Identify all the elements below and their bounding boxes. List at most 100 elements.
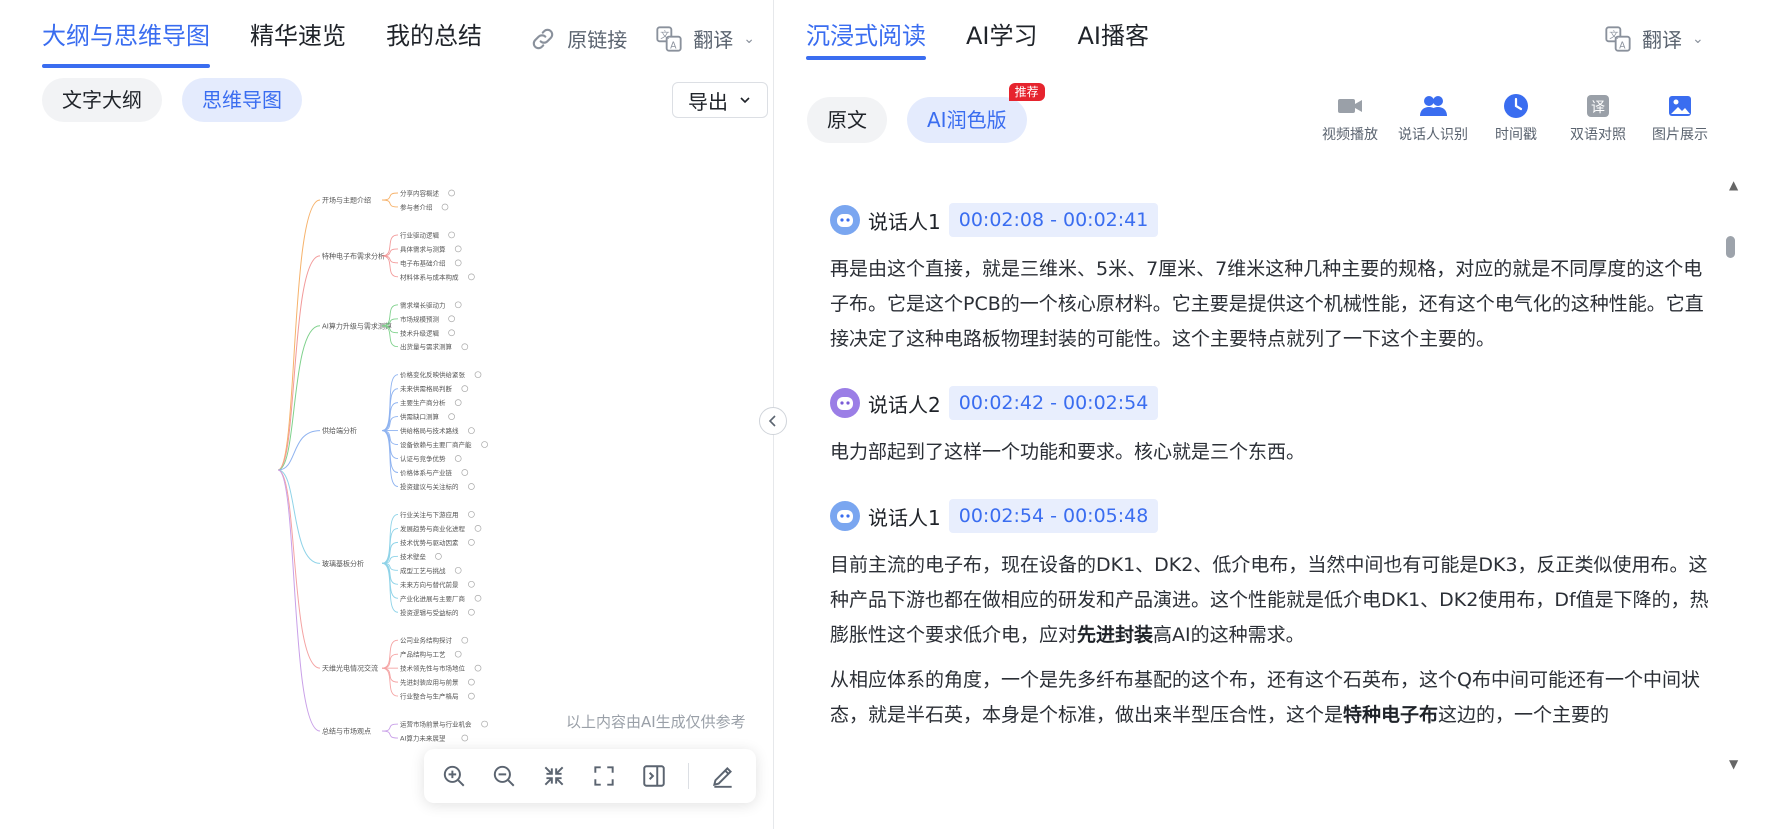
mindmap-branch-node[interactable]: AI算力升级与需求测算 bbox=[322, 321, 392, 330]
node-expand-icon[interactable] bbox=[468, 483, 475, 490]
mindmap-leaf-node[interactable]: 投资建议与关注标的 bbox=[400, 482, 459, 491]
node-expand-icon[interactable] bbox=[461, 385, 469, 392]
mindmap-leaf-node[interactable]: 主要生产商分析 bbox=[400, 398, 446, 407]
timestamp-badge[interactable]: 00:02:42 - 00:02:54 bbox=[948, 386, 1159, 420]
node-expand-icon[interactable] bbox=[448, 329, 455, 337]
mindmap-leaf-node[interactable]: 分享内容概述 bbox=[400, 189, 440, 198]
mindmap-leaf-node[interactable]: 行业关注与下游应用 bbox=[400, 510, 459, 519]
mindmap-leaf-node[interactable]: AI算力未来展望 bbox=[400, 734, 446, 743]
mindmap-leaf-node[interactable]: 行业整合与生产格局 bbox=[400, 692, 459, 701]
mindmap-leaf-node[interactable]: 出货量与需求测算 bbox=[400, 342, 453, 351]
mindmap-branch-node[interactable]: 特种电子布需求分析 bbox=[322, 251, 385, 260]
node-expand-icon[interactable] bbox=[461, 734, 469, 742]
mindmap-leaf-node[interactable]: 未来供需格局判断 bbox=[400, 384, 453, 393]
tab-ai-podcast[interactable]: AI播客 bbox=[1078, 18, 1150, 54]
speaker-name[interactable]: 说话人1 bbox=[868, 206, 941, 235]
mindmap-leaf-node[interactable]: 供需缺口测算 bbox=[400, 412, 440, 421]
zoom-out-button[interactable] bbox=[488, 760, 520, 792]
scrollbar-thumb[interactable] bbox=[1726, 236, 1735, 258]
mindmap-canvas[interactable]: 开场与主题介绍 分享内容概述参与者介绍特种电子布需求分析 行业驱动逻辑具体需求与测算… bbox=[0, 150, 773, 770]
node-expand-icon[interactable] bbox=[454, 259, 462, 267]
node-expand-icon[interactable] bbox=[454, 650, 462, 658]
node-expand-icon[interactable] bbox=[468, 580, 475, 588]
tab-highlights[interactable]: 精华速览 bbox=[250, 18, 346, 62]
mindmap-leaf-node[interactable]: 技术壁垒 bbox=[400, 552, 427, 561]
tab-my-summary[interactable]: 我的总结 bbox=[386, 18, 482, 62]
node-expand-icon[interactable] bbox=[454, 566, 462, 574]
mindmap-leaf-node[interactable]: 供给格局与技术路线 bbox=[400, 426, 459, 435]
mindmap-leaf-node[interactable]: 技术升级逻辑 bbox=[400, 328, 440, 337]
node-expand-icon[interactable] bbox=[435, 552, 442, 560]
node-expand-icon[interactable] bbox=[461, 636, 469, 644]
node-expand-icon[interactable] bbox=[468, 692, 475, 700]
node-expand-icon[interactable] bbox=[474, 525, 482, 532]
collapse-all-button[interactable] bbox=[538, 760, 570, 792]
edit-button[interactable] bbox=[707, 760, 739, 792]
tab-ai-learning[interactable]: AI学习 bbox=[966, 18, 1038, 54]
text-outline-pill[interactable]: 文字大纲 bbox=[42, 78, 162, 122]
mindmap-branch-node[interactable]: 供给端分析 bbox=[322, 426, 357, 435]
speaker-id-button[interactable]: 说话人识别 bbox=[1398, 92, 1468, 144]
original-text-pill[interactable]: 原文 bbox=[807, 97, 887, 143]
node-expand-icon[interactable] bbox=[448, 231, 455, 239]
node-expand-icon[interactable] bbox=[468, 511, 475, 518]
mindmap-leaf-node[interactable]: 先进封装应用与前景 bbox=[400, 678, 459, 687]
node-expand-icon[interactable] bbox=[461, 469, 469, 476]
mindmap-leaf-node[interactable]: 电子布基础介绍 bbox=[400, 258, 446, 267]
mindmap-leaf-node[interactable]: 市场规模预测 bbox=[400, 314, 440, 323]
mindmap-leaf-node[interactable]: 行业驱动逻辑 bbox=[400, 230, 440, 239]
image-display-button[interactable]: 图片展示 bbox=[1646, 92, 1714, 144]
scroll-up-arrow[interactable]: ▲ bbox=[1729, 178, 1738, 192]
translate-button[interactable]: 文 A 翻译 ⌄ bbox=[655, 24, 755, 53]
mindmap-leaf-node[interactable]: 投资逻辑与受益标的 bbox=[400, 608, 459, 617]
mindmap-pill[interactable]: 思维导图 bbox=[182, 78, 302, 122]
mindmap-leaf-node[interactable]: 技术优势与驱动因素 bbox=[400, 538, 459, 547]
node-expand-icon[interactable] bbox=[468, 273, 475, 281]
source-link-button[interactable]: 原链接 bbox=[529, 24, 627, 53]
mindmap-leaf-node[interactable]: 公司业务结构探讨 bbox=[400, 636, 453, 645]
mindmap-leaf-node[interactable]: 价格体系与产业链 bbox=[400, 468, 453, 477]
mindmap-leaf-node[interactable]: 技术领先性与市场地位 bbox=[400, 664, 466, 673]
node-expand-icon[interactable] bbox=[468, 427, 475, 434]
node-expand-icon[interactable] bbox=[448, 413, 455, 420]
mindmap-leaf-node[interactable]: 未来方向与替代前景 bbox=[400, 580, 459, 589]
mindmap-leaf-node[interactable]: 运营市场前景与行业机会 bbox=[400, 720, 472, 729]
node-expand-icon[interactable] bbox=[448, 189, 455, 197]
mindmap-leaf-node[interactable]: 产品结构与工艺 bbox=[400, 650, 446, 659]
node-expand-icon[interactable] bbox=[468, 678, 475, 686]
zoom-in-button[interactable] bbox=[438, 760, 470, 792]
node-expand-icon[interactable] bbox=[468, 608, 475, 616]
node-expand-icon[interactable] bbox=[474, 371, 482, 379]
tab-immersive-reading[interactable]: 沉浸式阅读 bbox=[806, 18, 926, 60]
mindmap-leaf-node[interactable]: 具体需求与测算 bbox=[400, 244, 446, 253]
mindmap-leaf-node[interactable]: 发展趋势与商业化进程 bbox=[400, 524, 466, 533]
node-expand-icon[interactable] bbox=[474, 664, 482, 672]
timestamp-button[interactable]: 时间戳 bbox=[1482, 92, 1550, 144]
node-expand-icon[interactable] bbox=[448, 315, 455, 323]
timestamp-badge[interactable]: 00:02:08 - 00:02:41 bbox=[948, 203, 1159, 237]
mindmap-leaf-node[interactable]: 认证与竞争优势 bbox=[400, 454, 446, 463]
bilingual-button[interactable]: 译 双语对照 bbox=[1564, 92, 1632, 144]
mindmap-leaf-node[interactable]: 价格变化反映供给紧张 bbox=[400, 370, 466, 379]
node-expand-icon[interactable] bbox=[454, 301, 462, 309]
export-button[interactable]: 导出 bbox=[672, 82, 768, 118]
scroll-down-arrow[interactable]: ▼ bbox=[1729, 757, 1738, 771]
mindmap-branch-node[interactable]: 开场与主题介绍 bbox=[322, 195, 371, 204]
mindmap-leaf-node[interactable]: 成型工艺与挑战 bbox=[400, 566, 446, 575]
node-expand-icon[interactable] bbox=[468, 539, 475, 546]
mindmap-leaf-node[interactable]: 需求增长驱动力 bbox=[400, 300, 446, 309]
mindmap-leaf-node[interactable]: 产业化进展与主要厂商 bbox=[400, 594, 466, 603]
speaker-name[interactable]: 说话人2 bbox=[868, 389, 941, 418]
node-expand-icon[interactable] bbox=[474, 594, 482, 602]
ai-polished-pill[interactable]: AI润色版 推荐 bbox=[907, 83, 1045, 143]
mindmap-leaf-node[interactable]: 设备依赖与主要厂商产能 bbox=[400, 440, 472, 449]
mindmap-branch-node[interactable]: 玻璃基板分析 bbox=[322, 559, 364, 568]
right-translate-button[interactable]: 文 A 翻译 ⌄ bbox=[1604, 24, 1704, 53]
timestamp-badge[interactable]: 00:02:54 - 00:05:48 bbox=[948, 499, 1159, 533]
mindmap-branch-node[interactable]: 天维光电情况交流 bbox=[322, 664, 378, 673]
toggle-panel-button[interactable] bbox=[638, 760, 670, 792]
mindmap-leaf-node[interactable]: 参与者介绍 bbox=[400, 202, 433, 211]
mindmap-leaf-node[interactable]: 材料体系与成本构成 bbox=[400, 272, 459, 281]
video-play-button[interactable]: 视频播放 bbox=[1316, 92, 1384, 144]
speaker-name[interactable]: 说话人1 bbox=[868, 502, 941, 531]
